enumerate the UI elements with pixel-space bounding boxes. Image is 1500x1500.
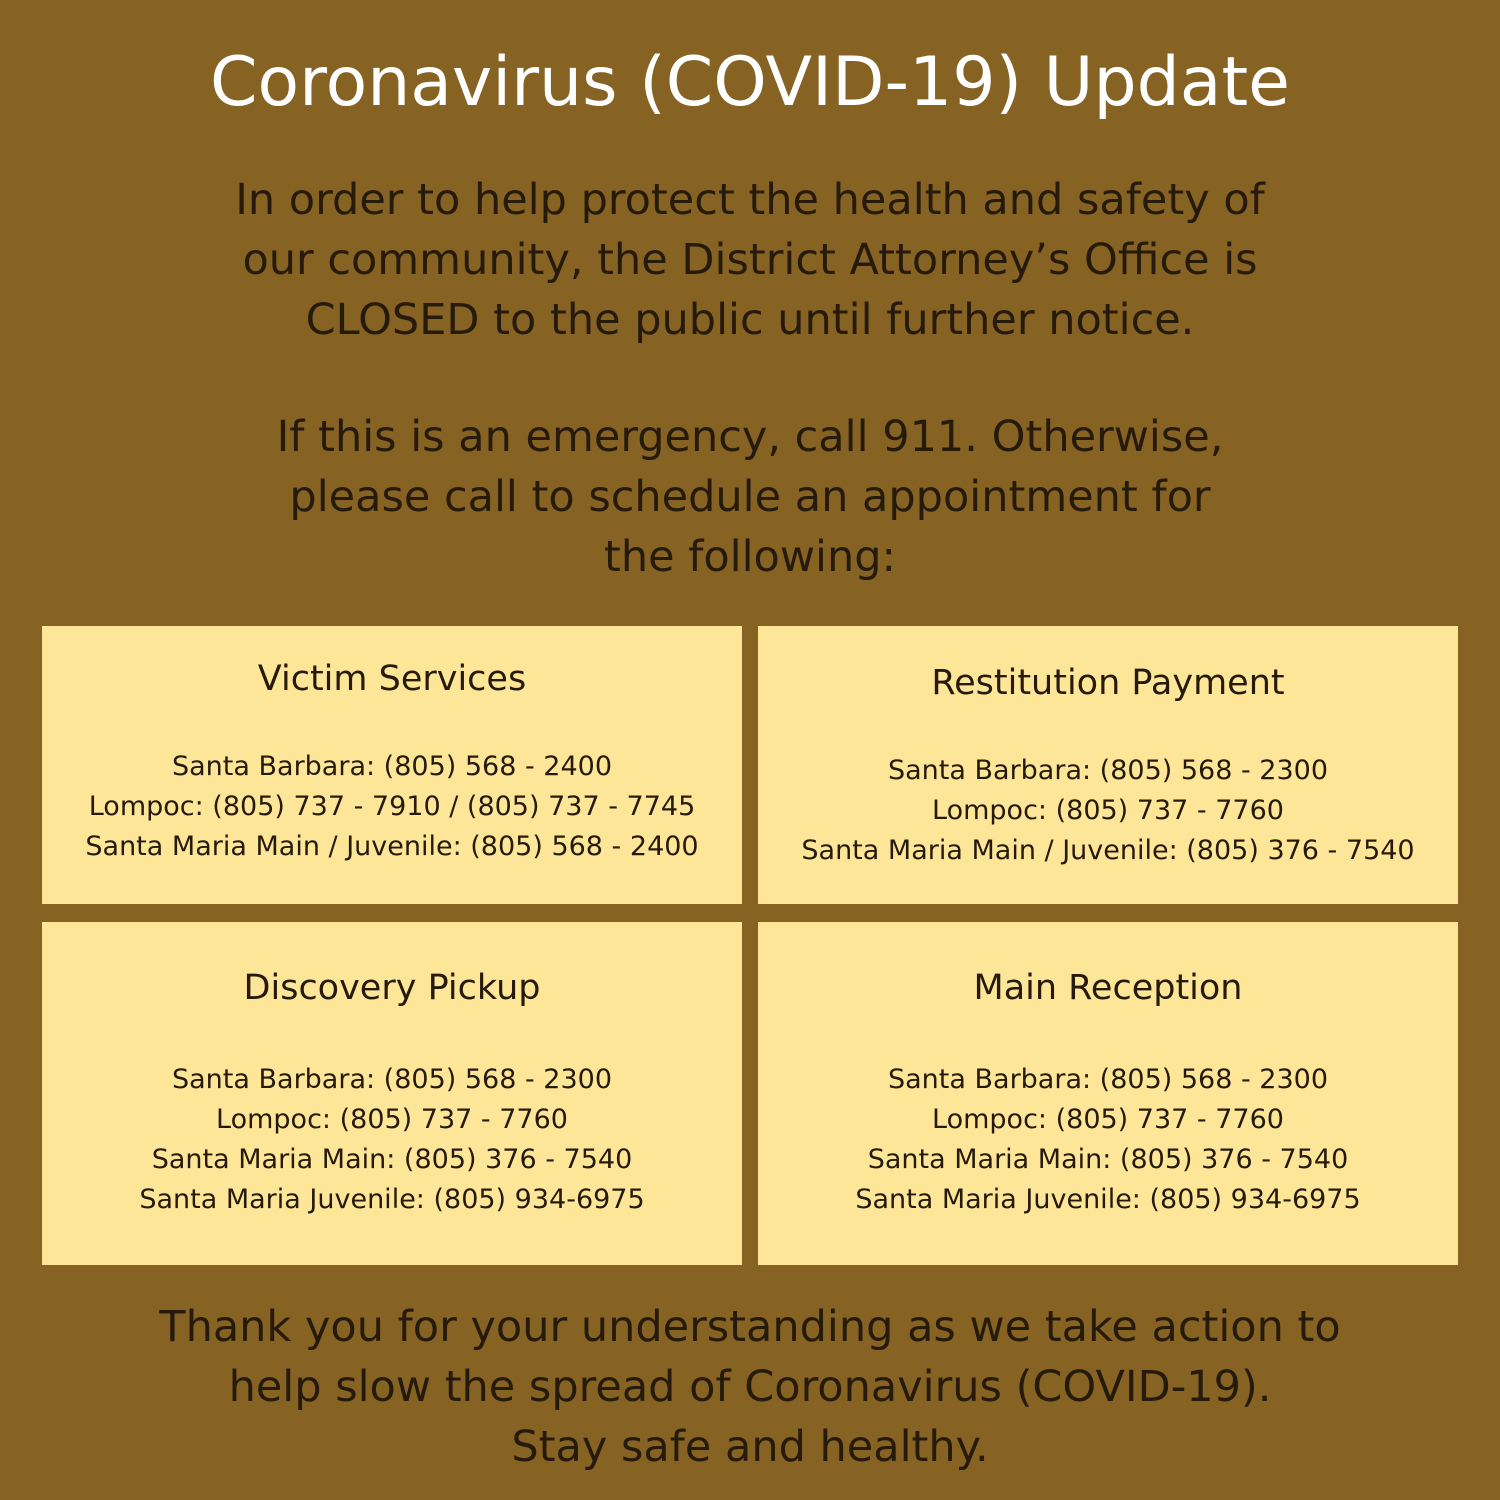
phone-line: Santa Maria Juvenile: (805) 934-6975 [855, 1184, 1361, 1215]
page-title: Coronavirus (COVID-19) Update [210, 43, 1290, 122]
victim-services-card: Victim Services Santa Barbara: (805) 568… [42, 626, 742, 904]
phone-line: Santa Maria Main / Juvenile: (805) 568 -… [85, 831, 699, 862]
closure-notice: In order to help protect the health and … [0, 170, 1500, 350]
closing-message: Thank you for your understanding as we t… [0, 1297, 1500, 1477]
phone-line: Lompoc: (805) 737 - 7760 [216, 1104, 568, 1135]
emergency-line: please call to schedule an appointment f… [289, 472, 1211, 522]
phone-list: Santa Barbara: (805) 568 - 2400 Lompoc: … [42, 747, 742, 867]
phone-line: Santa Maria Main / Juvenile: (805) 376 -… [801, 835, 1415, 866]
card-title: Restitution Payment [931, 663, 1285, 703]
closing-line: Thank you for your understanding as we t… [159, 1302, 1341, 1352]
closure-notice-line: CLOSED to the public until further notic… [305, 295, 1195, 345]
phone-line: Santa Maria Main: (805) 376 - 7540 [151, 1144, 633, 1175]
card-title: Main Reception [973, 968, 1243, 1008]
phone-list: Santa Barbara: (805) 568 - 2300 Lompoc: … [42, 1060, 742, 1220]
phone-line: Santa Maria Main: (805) 376 - 7540 [867, 1144, 1349, 1175]
discovery-pickup-card: Discovery Pickup Santa Barbara: (805) 56… [42, 922, 742, 1265]
main-reception-card: Main Reception Santa Barbara: (805) 568 … [758, 922, 1458, 1265]
phone-list: Santa Barbara: (805) 568 - 2300 Lompoc: … [758, 751, 1458, 871]
phone-line: Lompoc: (805) 737 - 7760 [932, 795, 1284, 826]
card-title: Discovery Pickup [243, 968, 541, 1008]
phone-list: Santa Barbara: (805) 568 - 2300 Lompoc: … [758, 1060, 1458, 1220]
phone-line: Santa Barbara: (805) 568 - 2300 [171, 1064, 613, 1095]
emergency-line: the following: [603, 532, 897, 582]
card-title: Victim Services [257, 659, 527, 699]
phone-line: Santa Barbara: (805) 568 - 2300 [887, 755, 1329, 786]
phone-line: Santa Barbara: (805) 568 - 2300 [887, 1064, 1329, 1095]
phone-line: Lompoc: (805) 737 - 7910 / (805) 737 - 7… [88, 791, 696, 822]
phone-line: Santa Maria Juvenile: (805) 934-6975 [139, 1184, 645, 1215]
restitution-payment-card: Restitution Payment Santa Barbara: (805)… [758, 626, 1458, 904]
emergency-instructions: If this is an emergency, call 911. Other… [0, 407, 1500, 587]
phone-line: Santa Barbara: (805) 568 - 2400 [171, 751, 613, 782]
closing-line: Stay safe and healthy. [511, 1422, 989, 1472]
closure-notice-line: In order to help protect the health and … [235, 175, 1265, 225]
closing-line: help slow the spread of Coronavirus (COV… [228, 1362, 1272, 1412]
phone-line: Lompoc: (805) 737 - 7760 [932, 1104, 1284, 1135]
closure-notice-line: our community, the District Attorney’s O… [242, 235, 1258, 285]
emergency-line: If this is an emergency, call 911. Other… [276, 412, 1224, 462]
